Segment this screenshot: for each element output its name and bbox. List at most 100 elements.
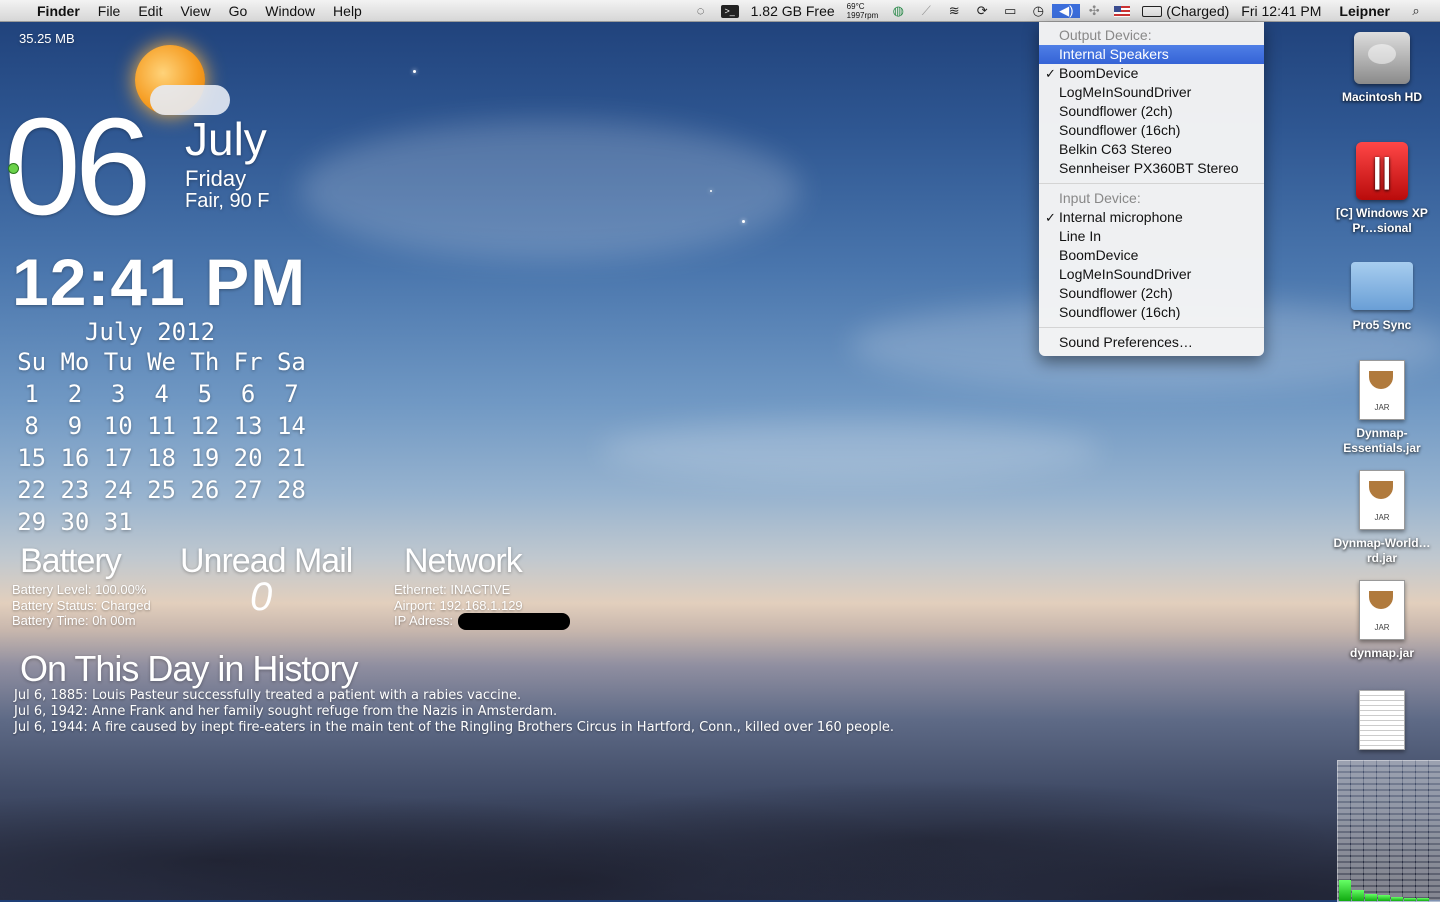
output-internal-speakers[interactable]: Internal Speakers (1039, 45, 1264, 64)
meter-bar (1339, 880, 1351, 901)
jar-file-icon: JAR (1359, 580, 1405, 640)
calendar-day (270, 506, 313, 538)
status-bubble-icon[interactable]: ◌ (687, 3, 715, 18)
output-sennheiser[interactable]: Sennheiser PX360BT Stereo (1039, 159, 1264, 178)
wifi-icon[interactable]: ≋ (940, 3, 968, 18)
calendar-week-row: 1234567 (10, 378, 313, 410)
sync-icon[interactable]: ⟳ (968, 3, 996, 18)
input-logmein[interactable]: LogMeInSoundDriver (1039, 265, 1264, 284)
history-list: Jul 6, 1885: Louis Pasteur successfully … (14, 688, 894, 736)
battery-level: Battery Level: 100.00% (12, 582, 147, 597)
move-icon[interactable]: ✣ (1080, 3, 1108, 18)
cloud (300, 120, 800, 260)
output-belkin[interactable]: Belkin C63 Stereo (1039, 140, 1264, 159)
desktop-icon-dynmap-world[interactable]: JAR Dynmap-World…rd.jar (1332, 470, 1432, 566)
menu-edit[interactable]: Edit (129, 0, 171, 22)
calendar-day: 26 (190, 476, 220, 504)
battery-status: Battery Status: Charged (12, 597, 151, 613)
volume-icon[interactable]: ◀) (1052, 3, 1081, 18)
network-widget-title: Network (404, 542, 523, 580)
menu-go[interactable]: Go (220, 0, 257, 22)
history-item: Jul 6, 1942: Anne Frank and her family s… (14, 704, 558, 719)
menu-window[interactable]: Window (256, 0, 324, 22)
free-space-status[interactable]: 1.82 GB Free (745, 0, 841, 22)
battery-widget-title: Battery (20, 542, 122, 580)
menu-item-label: Line In (1059, 228, 1102, 244)
input-soundflower-2ch[interactable]: Soundflower (2ch) (1039, 284, 1264, 303)
history-title: On This Day in History (20, 648, 358, 689)
calendar-day: 13 (233, 412, 263, 440)
terminal-icon[interactable]: >_ (715, 4, 745, 18)
desktop-icon-windows-xp[interactable]: || [C] Windows XP Pr…sional (1332, 142, 1432, 236)
calendar-day: 11 (147, 412, 176, 440)
temperature-fan-status[interactable]: 69°C 1997rpm (841, 2, 885, 20)
unread-mail-count: 0 (250, 575, 273, 619)
globe-sync-icon[interactable]: ◍ (884, 3, 912, 18)
calendar-day: 18 (147, 444, 176, 472)
input-device-header: Input Device: (1059, 190, 1141, 206)
input-internal-microphone[interactable]: ✓ Internal microphone (1039, 208, 1264, 227)
hard-drive-icon (1354, 32, 1410, 84)
bluetooth-signal-icon[interactable]: ⟋ (912, 3, 940, 18)
menu-item-label: LogMeInSoundDriver (1059, 266, 1192, 282)
battery-status[interactable]: (Charged) (1136, 0, 1235, 22)
weekday-header: We (147, 348, 176, 376)
display-icon[interactable]: ▭ (996, 3, 1024, 18)
calendar-week-row: 29 30 31 (10, 506, 313, 538)
redacted-ip (458, 613, 570, 630)
month-name: July (185, 113, 267, 165)
input-line-in[interactable]: Line In (1039, 227, 1264, 246)
calendar-widget: July 2012 Su Mo Tu We Th Fr Sa 123456789… (10, 318, 313, 538)
checkmark-icon: ✓ (1045, 66, 1056, 81)
us-flag-input-icon[interactable] (1108, 5, 1136, 17)
desktop-icon-pro5-sync[interactable]: Pro5 Sync (1332, 262, 1432, 333)
sound-preferences[interactable]: Sound Preferences… (1039, 333, 1264, 352)
menu-item-label: Sound Preferences… (1059, 334, 1193, 350)
meter-bar (1378, 895, 1390, 901)
menu-item-label: Internal microphone (1059, 209, 1183, 225)
menu-help[interactable]: Help (324, 0, 371, 22)
battery-label: (Charged) (1166, 3, 1230, 19)
desktop-clock: 12:41 PM (12, 245, 307, 319)
battery-time: Battery Time: 0h 00m (12, 613, 136, 628)
menu-separator (1039, 183, 1264, 184)
desktop-icon-document[interactable] (1332, 690, 1432, 756)
input-boomdevice[interactable]: BoomDevice (1039, 246, 1264, 265)
calendar-weekday-row: Su Mo Tu We Th Fr Sa (10, 346, 313, 378)
menu-file[interactable]: File (89, 0, 130, 22)
output-soundflower-16ch[interactable]: Soundflower (16ch) (1039, 121, 1264, 140)
battery-icon (1142, 5, 1163, 17)
calendar-day: 5 (197, 380, 213, 408)
meter-bar (1352, 890, 1364, 901)
calendar-day: 28 (276, 476, 306, 504)
status-dot-icon (8, 163, 19, 174)
spotlight-search-icon[interactable]: ⌕ (1402, 3, 1440, 18)
temperature-label: 69°C (846, 2, 865, 11)
activity-meter (1337, 760, 1440, 902)
output-logmein[interactable]: LogMeInSoundDriver (1039, 83, 1264, 102)
calendar-day: 16 (60, 444, 90, 472)
desktop-icon-dynmap-essentials[interactable]: JAR Dynmap-Essentials.jar (1332, 360, 1432, 456)
menu-item-label: LogMeInSoundDriver (1059, 84, 1192, 100)
desktop-icon-label: dynmap.jar (1349, 646, 1415, 660)
user-menu[interactable]: Leipner (1327, 0, 1402, 22)
output-soundflower-2ch[interactable]: Soundflower (2ch) (1039, 102, 1264, 121)
menu-view[interactable]: View (171, 0, 219, 22)
airport-status: Airport: 192.168.1.129 (394, 597, 523, 613)
calendar-day: 1 (24, 380, 39, 408)
desktop-icon-dynmap[interactable]: JAR dynmap.jar (1332, 580, 1432, 661)
weekday-header: Th (190, 348, 220, 376)
input-soundflower-16ch[interactable]: Soundflower (16ch) (1039, 303, 1264, 322)
output-device-header: Output Device: (1059, 27, 1152, 43)
time-machine-icon[interactable]: ◷ (1024, 3, 1052, 18)
desktop-icon-macintosh-hd[interactable]: Macintosh HD (1332, 32, 1432, 105)
menu-app-name[interactable]: Finder (28, 0, 89, 22)
weekday-header: Su (17, 348, 47, 376)
parallels-icon: || (1356, 142, 1408, 200)
output-boomdevice[interactable]: ✓ BoomDevice (1039, 64, 1264, 83)
menu-item-label: BoomDevice (1059, 65, 1139, 81)
ethernet-status: Ethernet: INACTIVE (394, 582, 511, 597)
star (413, 70, 416, 73)
calendar-weeks: 1 2 3 4 5 6 7 8 9 10 11 12 13 14 15 16 17 18 19 20 21 22 23 24 2… (10, 378, 313, 538)
menu-clock[interactable]: Fri 12:41 PM (1235, 0, 1327, 22)
